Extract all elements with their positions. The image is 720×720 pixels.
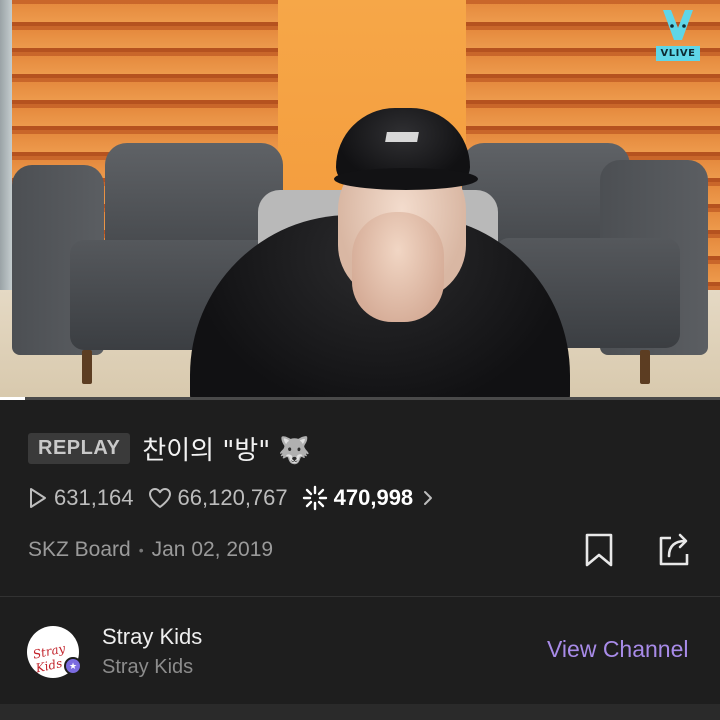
like-count-value: 66,120,767	[177, 485, 288, 510]
verified-star-icon: ★	[64, 657, 82, 675]
meta-separator: •	[138, 542, 144, 558]
channel-avatar[interactable]: Stray Kids ★	[27, 626, 82, 678]
cap-logo	[385, 132, 419, 142]
chair-right-leg	[640, 350, 650, 384]
video-player[interactable]: VLIVE	[0, 0, 720, 400]
channel-name[interactable]: Stray Kids	[102, 624, 202, 650]
like-count[interactable]: 66,120,767	[148, 485, 288, 511]
person-hands	[352, 212, 444, 322]
post-date: Jan 02, 2019	[151, 538, 274, 561]
play-count: 631,164	[28, 485, 134, 511]
person-cap-brim	[334, 168, 478, 190]
divider	[0, 596, 720, 597]
vlive-tag: VLIVE	[656, 46, 700, 61]
title-row: REPLAY 찬이의 "방" 🐺	[28, 430, 311, 466]
comment-count-value: 470,998	[333, 485, 414, 510]
comment-sparkle-icon	[302, 485, 327, 511]
replay-badge: REPLAY	[28, 432, 131, 464]
video-title: 찬이의 "방" 🐺	[142, 435, 311, 466]
chevron-right-icon[interactable]	[421, 488, 435, 508]
board-link[interactable]: SKZ Board	[28, 538, 131, 562]
channel-subtitle: Stray Kids	[102, 656, 194, 678]
share-icon[interactable]	[655, 530, 695, 568]
play-icon	[30, 488, 46, 508]
bookmark-icon[interactable]	[582, 532, 616, 568]
progress-fill	[0, 397, 26, 400]
meta-row: SKZ Board • Jan 02, 2019	[28, 535, 273, 565]
view-channel-button[interactable]: View Channel	[547, 636, 689, 663]
heart-icon	[148, 488, 171, 508]
play-count-value: 631,164	[54, 485, 134, 510]
bottom-bar	[0, 704, 720, 720]
progress-bar[interactable]	[0, 397, 720, 400]
chair-left-leg	[82, 350, 92, 384]
stats-row: 631,164 66,120,767 470,998	[28, 482, 455, 514]
comment-count[interactable]: 470,998	[302, 485, 442, 511]
